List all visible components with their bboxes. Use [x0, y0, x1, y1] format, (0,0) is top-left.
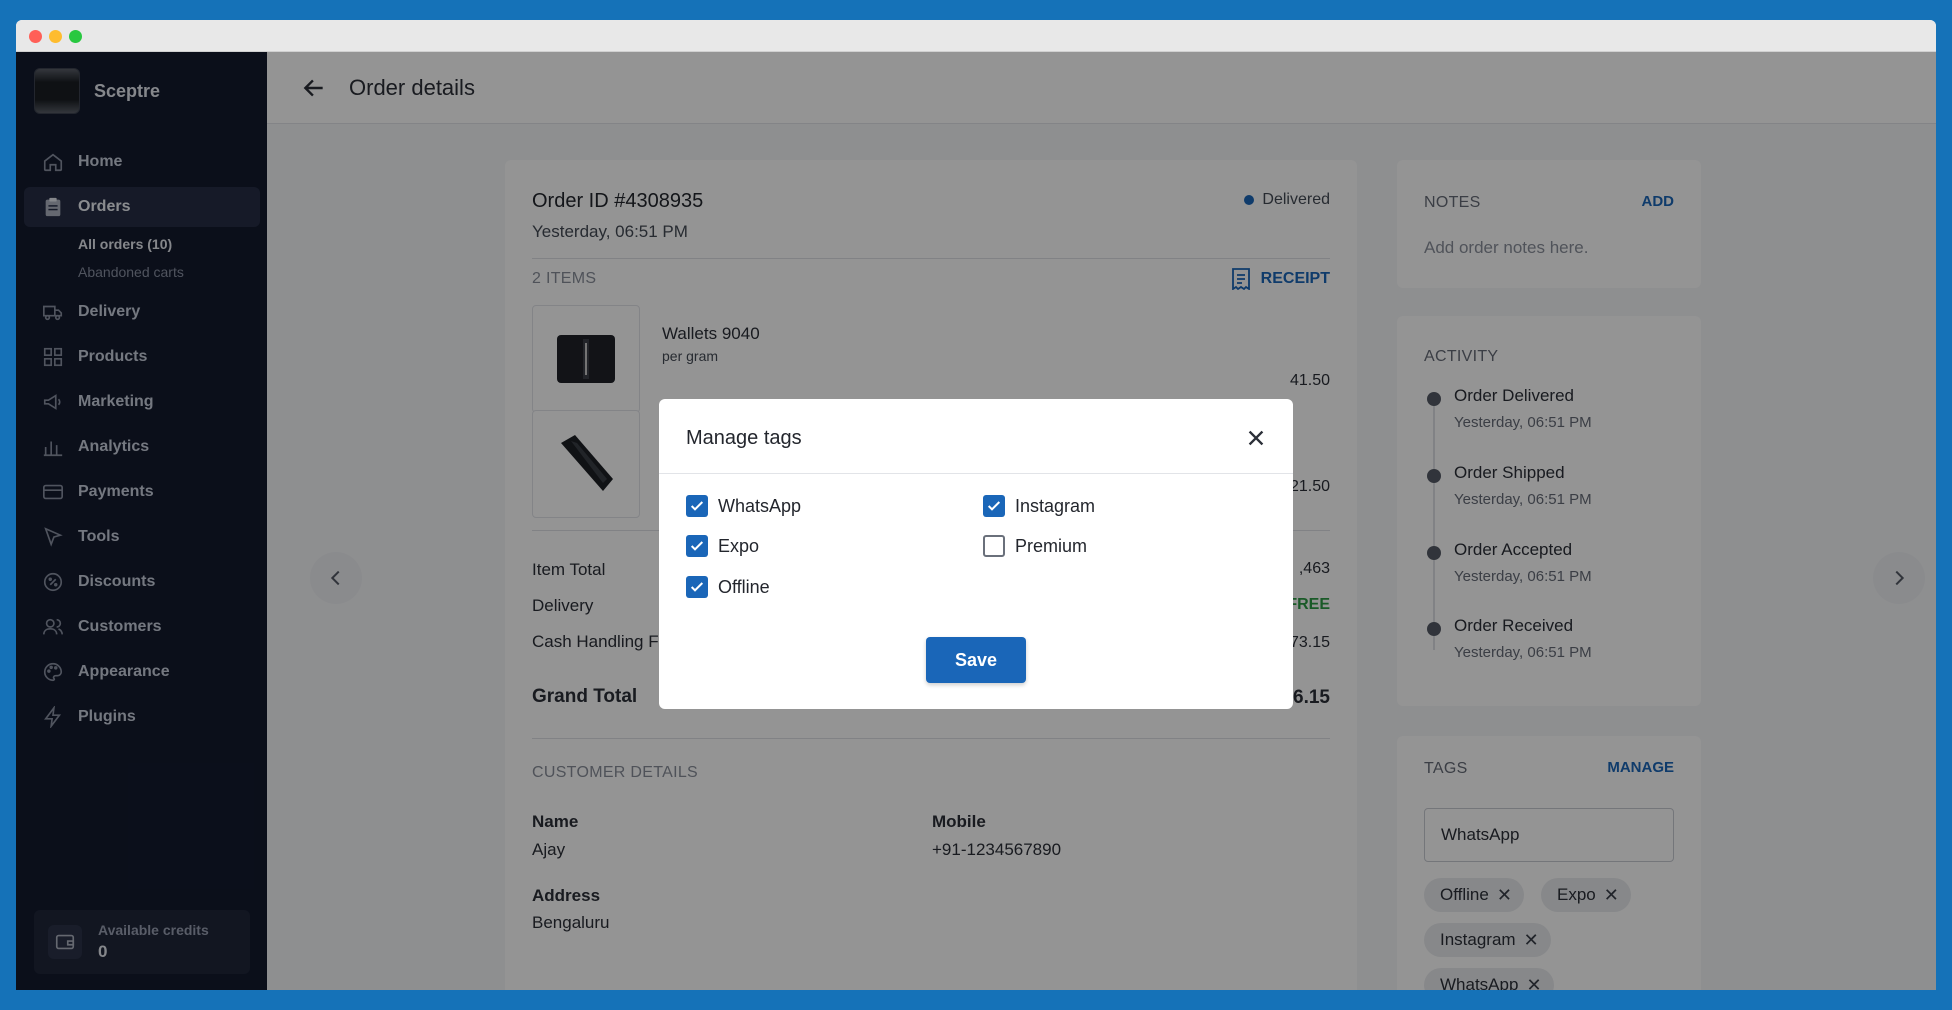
minimize-window-button[interactable]: [49, 30, 62, 43]
close-window-button[interactable]: [29, 30, 42, 43]
tag-option-label: Expo: [718, 535, 760, 556]
checkbox-unchecked[interactable]: [983, 535, 1005, 557]
tag-option-label: Instagram: [1015, 495, 1096, 516]
checkbox-checked[interactable]: [983, 495, 1005, 517]
app: Sceptre Home Orders All orders (10) Aban…: [16, 52, 1936, 990]
tag-option-label: Premium: [1015, 535, 1088, 556]
checkbox-checked[interactable]: [686, 495, 708, 517]
tag-option-expo[interactable]: Expo: [686, 535, 759, 557]
tag-option-label: WhatsApp: [718, 495, 802, 516]
tag-option-offline[interactable]: Offline: [686, 576, 770, 598]
window-titlebar: [16, 20, 1936, 52]
modal-header: Manage tags: [659, 399, 1293, 474]
manage-tags-modal: Manage tags WhatsApp Instagram Expo Prem…: [659, 399, 1293, 709]
tag-option-label: Offline: [718, 576, 770, 597]
tag-option-instagram[interactable]: Instagram: [983, 495, 1095, 517]
checkbox-checked[interactable]: [686, 535, 708, 557]
checkbox-checked[interactable]: [686, 576, 708, 598]
modal-title: Manage tags: [686, 427, 802, 449]
tag-option-whatsapp[interactable]: WhatsApp: [686, 495, 801, 517]
maximize-window-button[interactable]: [69, 30, 82, 43]
tag-option-premium[interactable]: Premium: [983, 535, 1087, 557]
browser-window: Sceptre Home Orders All orders (10) Aban…: [16, 20, 1936, 990]
save-button[interactable]: Save: [926, 637, 1026, 683]
close-icon[interactable]: [1241, 423, 1271, 453]
